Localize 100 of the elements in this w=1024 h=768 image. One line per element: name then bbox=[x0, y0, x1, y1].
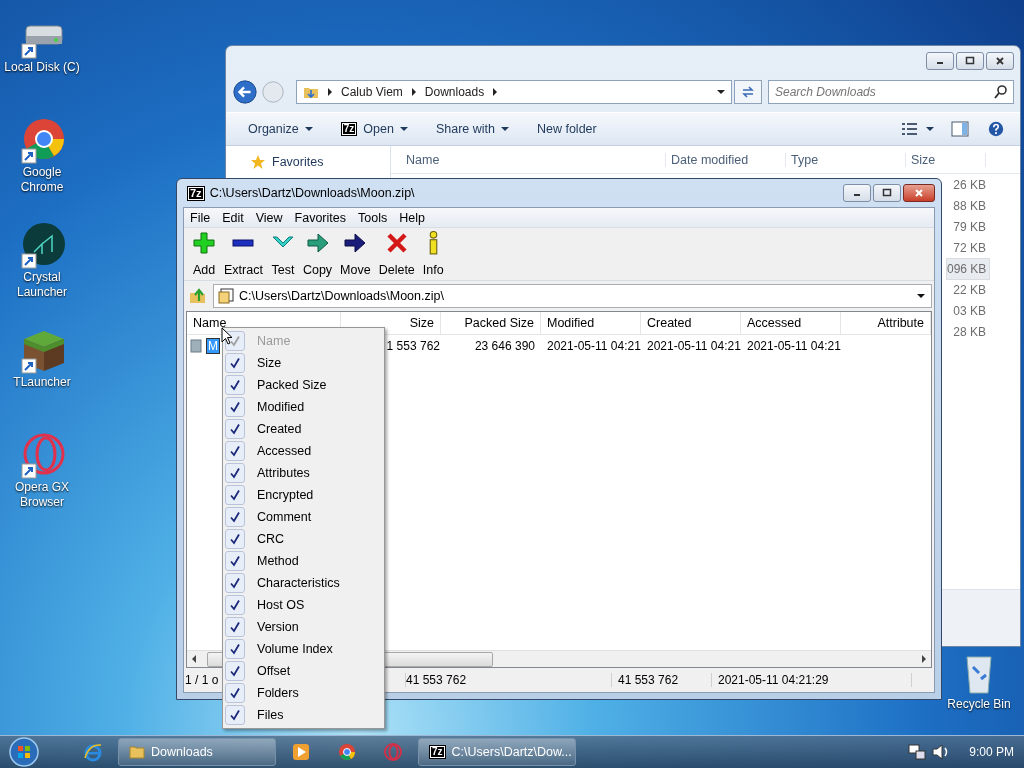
menu-item[interactable]: View bbox=[249, 210, 289, 225]
checkbox[interactable] bbox=[225, 529, 245, 549]
menu-item[interactable]: Host OS bbox=[225, 594, 382, 616]
launcher-icon[interactable] bbox=[18, 222, 66, 270]
sidebar-item[interactable]: Favorites bbox=[226, 152, 390, 172]
help-icon[interactable] bbox=[986, 120, 1006, 138]
breadcrumb-item[interactable]: Calub Viem bbox=[341, 85, 403, 99]
menu-item[interactable]: Packed Size bbox=[225, 374, 382, 396]
maximize-button[interactable] bbox=[873, 184, 901, 202]
checkbox[interactable] bbox=[225, 639, 245, 659]
column-header[interactable]: Modified bbox=[541, 312, 641, 334]
column-header[interactable]: Size bbox=[906, 152, 986, 167]
close-button[interactable] bbox=[986, 52, 1014, 70]
taskbar-button[interactable]: 7z C:\Users\Dartz\Dow... bbox=[418, 738, 576, 766]
menu-item[interactable]: Encrypted bbox=[225, 484, 382, 506]
checkbox[interactable] bbox=[225, 683, 245, 703]
menu-item[interactable]: Edit bbox=[216, 210, 250, 225]
menu-item[interactable]: Created bbox=[225, 418, 382, 440]
browser-e-icon[interactable] bbox=[83, 742, 103, 762]
checkbox[interactable] bbox=[225, 463, 245, 483]
desktop-icon-label[interactable]: TLauncher bbox=[0, 375, 84, 390]
column-header[interactable]: Attribute bbox=[841, 312, 931, 334]
checkbox[interactable] bbox=[225, 617, 245, 637]
chevron-icon[interactable] bbox=[410, 88, 417, 96]
toolbar-button[interactable]: Move bbox=[336, 231, 375, 277]
breadcrumb-item[interactable]: Downloads bbox=[424, 85, 485, 99]
menu-item[interactable]: CRC bbox=[225, 528, 382, 550]
checkbox[interactable] bbox=[225, 507, 245, 527]
toolbar-button[interactable]: Organize bbox=[240, 119, 321, 139]
menu-item[interactable]: Favorites bbox=[288, 210, 352, 225]
desktop-icon-label[interactable]: Crystal Launcher bbox=[0, 270, 84, 300]
scroll-right-icon[interactable] bbox=[921, 655, 927, 663]
checkbox[interactable] bbox=[225, 661, 245, 681]
chevron-icon[interactable] bbox=[327, 88, 333, 96]
menu-item[interactable]: Version bbox=[225, 616, 382, 638]
preview-pane-icon[interactable] bbox=[950, 120, 970, 138]
minimize-button[interactable] bbox=[843, 184, 871, 202]
table-cell[interactable]: 22 KB bbox=[946, 279, 990, 300]
toolbar-button[interactable]: Info bbox=[418, 231, 448, 277]
menu-item[interactable]: Size bbox=[225, 352, 382, 374]
table-cell[interactable]: 03 KB bbox=[946, 300, 990, 321]
chevron-icon[interactable] bbox=[492, 88, 499, 96]
menu-item[interactable]: Files bbox=[225, 704, 382, 726]
dropdown-arrow-icon[interactable] bbox=[926, 126, 934, 132]
menu-item[interactable]: Characteristics bbox=[225, 572, 382, 594]
checkbox[interactable] bbox=[225, 705, 245, 725]
menu-item[interactable]: Accessed bbox=[225, 440, 382, 462]
table-cell[interactable]: 79 KB bbox=[946, 216, 990, 237]
menu-item[interactable]: Volume Index bbox=[225, 638, 382, 660]
back-icon[interactable] bbox=[232, 79, 258, 105]
scroll-left-icon[interactable] bbox=[191, 655, 197, 663]
toolbar-button[interactable]: Copy bbox=[298, 231, 337, 277]
table-cell[interactable]: 096 KB bbox=[946, 257, 990, 280]
play-icon[interactable] bbox=[291, 742, 311, 762]
table-cell[interactable]: 72 KB bbox=[946, 237, 990, 258]
close-button[interactable] bbox=[903, 184, 935, 202]
toolbar-button[interactable]: Delete bbox=[374, 231, 419, 277]
ring-logo-icon[interactable] bbox=[337, 742, 357, 762]
desktop-icon-label[interactable]: Recycle Bin bbox=[947, 697, 1011, 712]
checkbox[interactable] bbox=[225, 485, 245, 505]
toolbar-button[interactable]: Test bbox=[266, 231, 299, 277]
dropdown-arrow-icon[interactable] bbox=[717, 89, 725, 95]
table-cell[interactable]: 88 KB bbox=[946, 195, 990, 216]
desktop-icon-label[interactable]: Local Disk (C) bbox=[0, 60, 84, 75]
menu-item[interactable]: Attributes bbox=[225, 462, 382, 484]
checkbox[interactable] bbox=[225, 551, 245, 571]
view-options-icon[interactable] bbox=[900, 120, 920, 138]
menu-item[interactable]: Method bbox=[225, 550, 382, 572]
checkbox[interactable] bbox=[225, 573, 245, 593]
checkbox[interactable] bbox=[225, 397, 245, 417]
dropdown-arrow-icon[interactable] bbox=[917, 293, 925, 299]
table-cell[interactable]: 26 KB bbox=[946, 174, 990, 195]
path-field[interactable]: C:\Users\Dartz\Downloads\Moon.zip\ bbox=[213, 284, 932, 308]
table-cell[interactable]: 28 KB bbox=[946, 321, 990, 342]
checkbox[interactable] bbox=[225, 595, 245, 615]
toolbar-button[interactable]: Add bbox=[188, 231, 220, 277]
column-header[interactable]: Created bbox=[641, 312, 741, 334]
toolbar-button[interactable]: Extract bbox=[220, 231, 267, 277]
checkbox[interactable] bbox=[225, 353, 245, 373]
menu-item[interactable]: File bbox=[184, 210, 217, 225]
search-field[interactable]: Search Downloads bbox=[768, 80, 1014, 104]
menu-item[interactable]: Modified bbox=[225, 396, 382, 418]
start-button-icon[interactable] bbox=[8, 736, 40, 768]
ring-icon[interactable] bbox=[18, 432, 66, 480]
toolbar-button[interactable]: 7z Open bbox=[332, 119, 416, 139]
menu-item[interactable]: Help bbox=[393, 210, 431, 225]
refresh-button[interactable] bbox=[734, 80, 762, 104]
column-header[interactable]: Accessed bbox=[741, 312, 841, 334]
column-header[interactable]: Type bbox=[786, 152, 906, 167]
menu-item[interactable]: Tools bbox=[352, 210, 394, 225]
checkbox[interactable] bbox=[225, 419, 245, 439]
checkbox[interactable] bbox=[225, 375, 245, 395]
checkbox[interactable] bbox=[225, 441, 245, 461]
taskbar-button[interactable]: Downloads bbox=[118, 738, 276, 766]
maximize-button[interactable] bbox=[956, 52, 984, 70]
desktop-icon-label[interactable]: Google Chrome bbox=[0, 165, 84, 195]
clock[interactable]: 9:00 PM bbox=[969, 745, 1014, 759]
column-header[interactable]: Date modified bbox=[666, 152, 786, 167]
column-header[interactable]: Packed Size bbox=[441, 312, 541, 334]
ring-logo-icon[interactable] bbox=[18, 117, 66, 165]
